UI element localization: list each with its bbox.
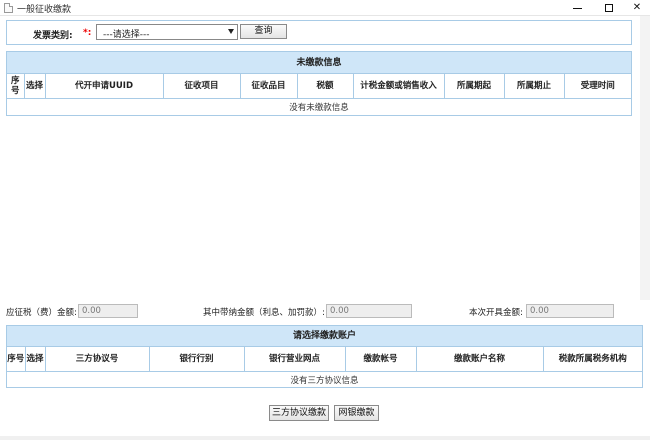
query-button[interactable]: 查询 (240, 24, 287, 39)
window-title: 一般征收缴款 (17, 5, 72, 15)
invoice-type-value: ---请选择--- (103, 30, 150, 40)
late-fee-label: 其中带纳金额（利息、加罚款）: (203, 308, 325, 318)
invoice-type-select[interactable]: ---请选择--- (96, 24, 238, 40)
col-bank-branch: 银行营业网点 (244, 347, 346, 372)
table-row: 没有三方协议信息 (7, 371, 642, 388)
col-select: 选择 (24, 74, 46, 99)
invoice-type-label: 发票类别: (33, 31, 73, 41)
amount-row: 应征税（费）金额: 0.00 其中带纳金额（利息、加罚款）: 0.00 本次开具… (0, 304, 650, 318)
invoice-amount-field[interactable]: 0.00 (526, 304, 614, 318)
col-period-start: 所属期起 (444, 74, 505, 99)
late-fee-field[interactable]: 0.00 (326, 304, 412, 318)
col-agreement-no: 三方协议号 (45, 347, 150, 372)
col-select: 选择 (25, 347, 46, 372)
col-bank-type: 银行行别 (149, 347, 245, 372)
account-table: 序号 选择 三方协议号 银行行别 银行营业网点 缴款帐号 缴款账户名称 税款所属… (7, 347, 642, 388)
document-icon (4, 3, 13, 13)
close-icon: ✕ (632, 2, 642, 13)
window-bottom-edge (0, 436, 650, 440)
col-uuid: 代开申请UUID (45, 74, 164, 99)
account-table-header: 序号 选择 三方协议号 银行行别 银行营业网点 缴款帐号 缴款账户名称 税款所属… (7, 347, 642, 372)
unpaid-info-panel: 未缴款信息 序号 选择 代开申请UUID 征收项目 征收品目 税额 计税金额或销… (6, 51, 632, 116)
minimize-button[interactable] (562, 0, 592, 16)
three-party-pay-button[interactable]: 三方协议缴款 (269, 405, 329, 421)
required-mark: *: (83, 28, 92, 38)
col-taxable-amount: 计税金额或销售收入 (353, 74, 445, 99)
col-levy-subitem: 征收品目 (240, 74, 298, 99)
col-tax-amount: 税额 (297, 74, 354, 99)
invoice-amount-label: 本次开具金额: (469, 308, 523, 318)
maximize-button[interactable] (594, 0, 624, 16)
col-account-name: 缴款账户名称 (416, 347, 544, 372)
tax-amount-label: 应征税（费）金额: (6, 308, 77, 318)
account-empty-message: 没有三方协议信息 (290, 375, 359, 386)
col-seq: 序号 (7, 74, 25, 99)
close-button[interactable]: ✕ (622, 0, 650, 16)
table-row: 没有未缴款信息 (7, 98, 631, 115)
unpaid-table: 序号 选择 代开申请UUID 征收项目 征收品目 税额 计税金额或销售收入 所属… (7, 74, 631, 115)
unpaid-table-header: 序号 选择 代开申请UUID 征收项目 征收品目 税额 计税金额或销售收入 所属… (7, 74, 631, 99)
account-panel-title: 请选择缴款账户 (7, 326, 642, 347)
maximize-icon (605, 4, 613, 12)
col-tax-office: 税款所属税务机构 (543, 347, 642, 372)
title-bar: 一般征收缴款 ✕ (0, 0, 650, 16)
unpaid-panel-title: 未缴款信息 (7, 52, 631, 74)
tax-amount-field[interactable]: 0.00 (78, 304, 138, 318)
col-seq: 序号 (7, 347, 26, 372)
col-accept-time: 受理时间 (564, 74, 631, 99)
col-period-end: 所属期止 (504, 74, 565, 99)
col-levy-item: 征收项目 (163, 74, 241, 99)
online-bank-pay-button[interactable]: 网银缴款 (334, 405, 379, 421)
dropdown-arrow-icon (228, 29, 234, 34)
col-account-no: 缴款帐号 (345, 347, 417, 372)
payment-account-panel: 请选择缴款账户 序号 选择 三方协议号 银行行别 银行营业网点 缴款帐号 缴款账… (6, 325, 643, 388)
query-bar: 发票类别: *: ---请选择--- 查询 (6, 20, 632, 45)
unpaid-empty-message: 没有未缴款信息 (289, 102, 349, 113)
scrollbar[interactable] (640, 16, 650, 300)
minimize-icon (573, 8, 582, 9)
